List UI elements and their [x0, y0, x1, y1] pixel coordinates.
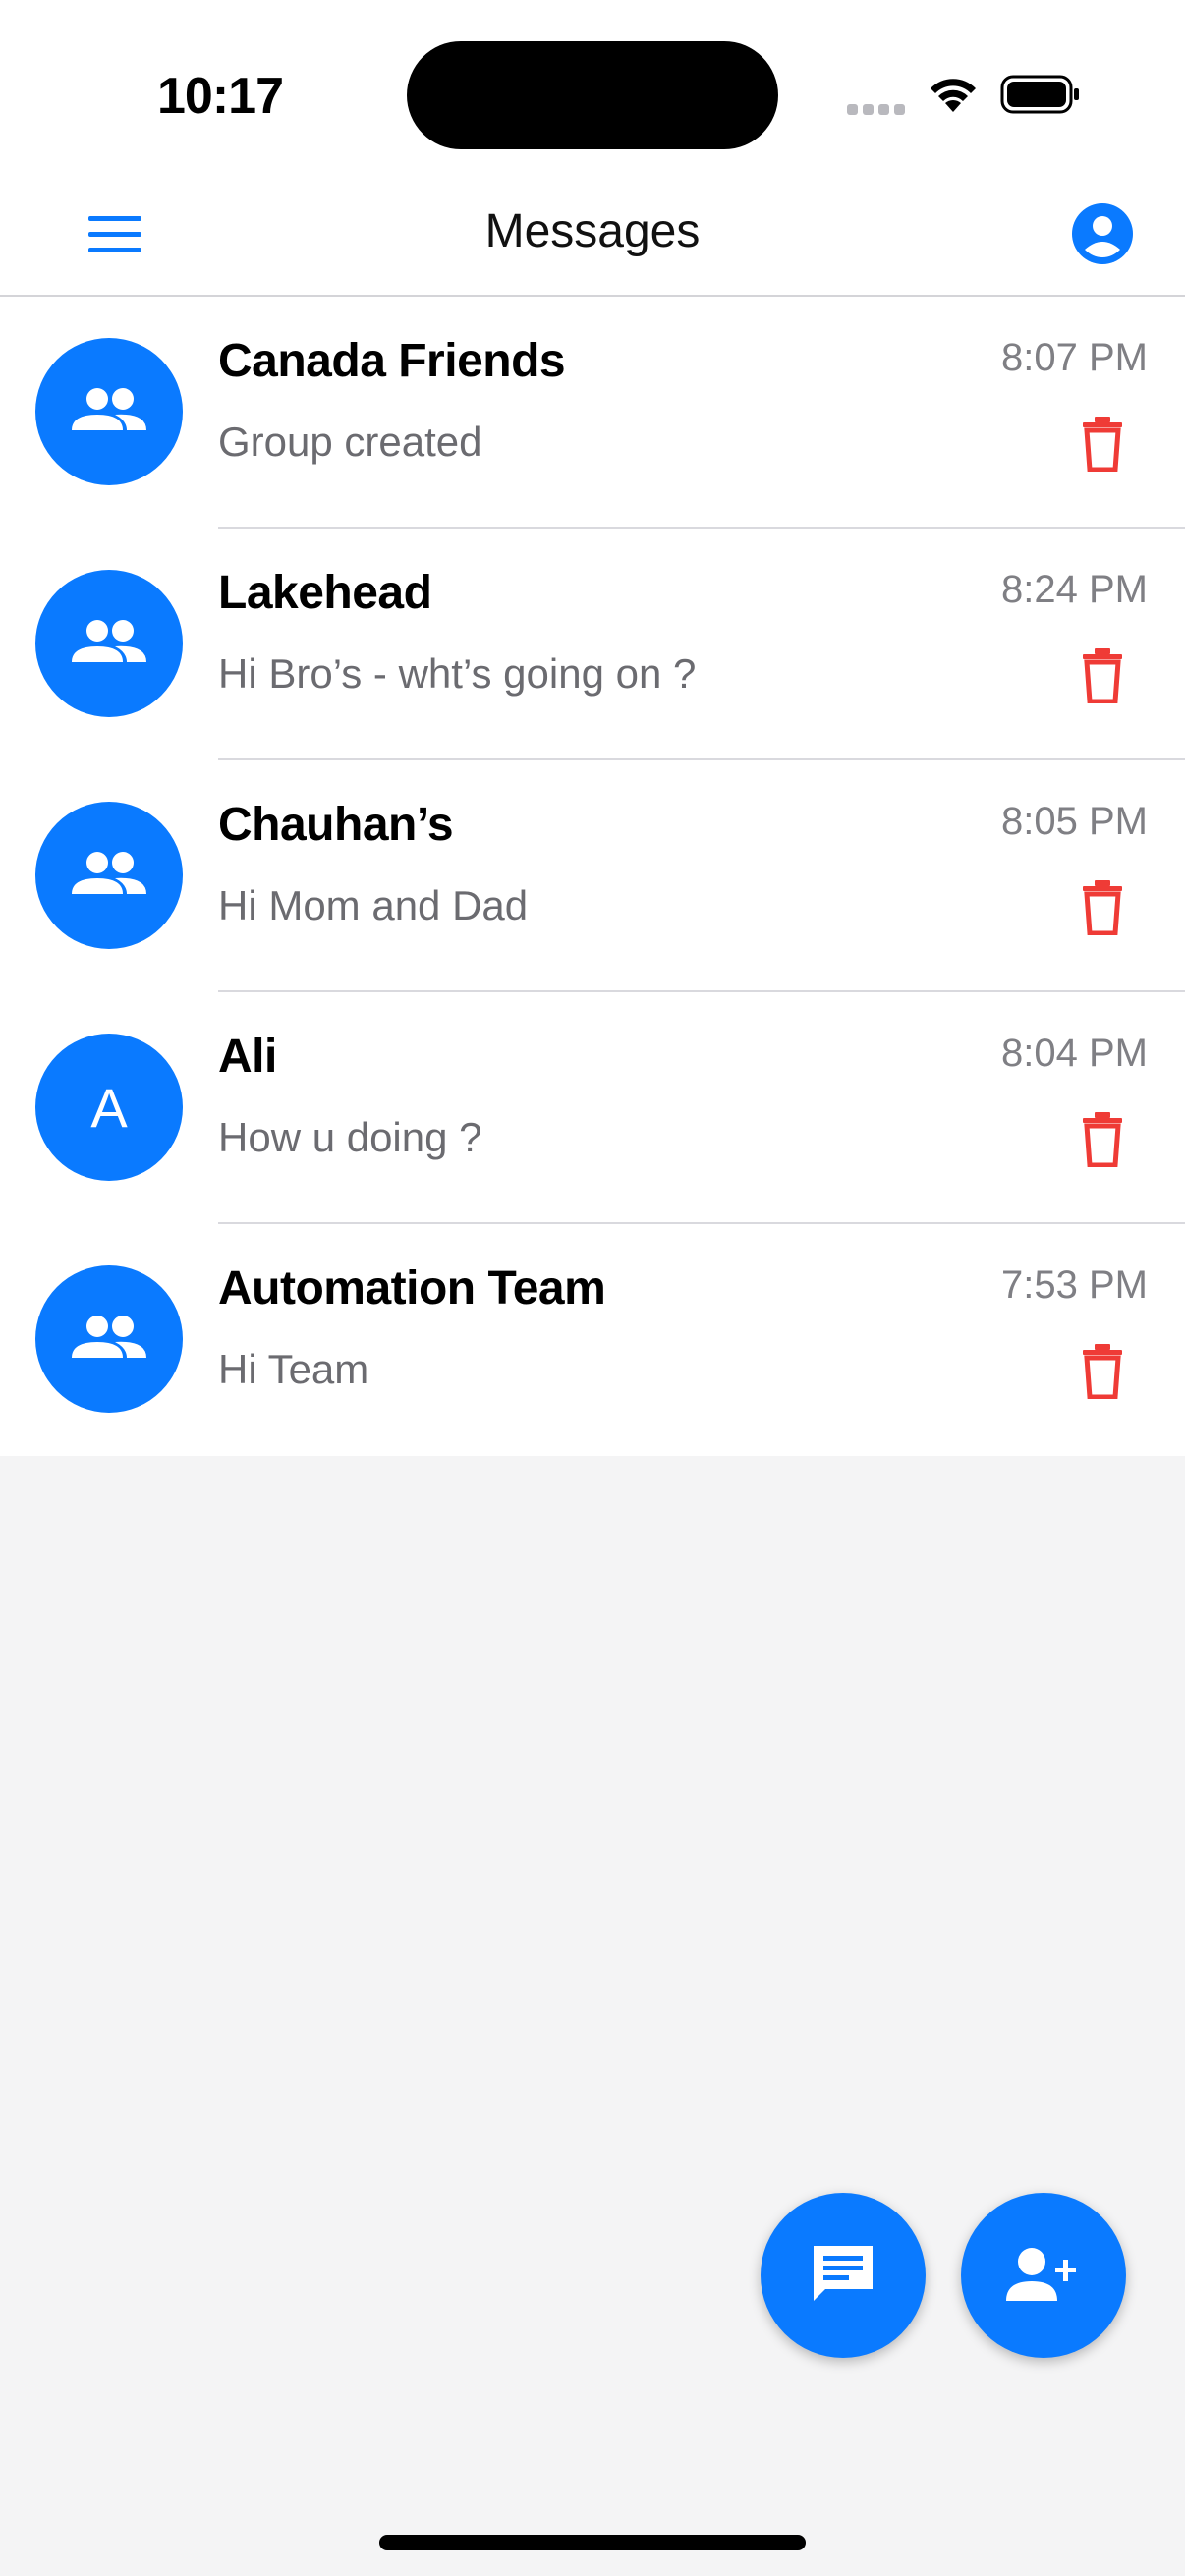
- conversation-preview: Hi Bro’s - wht’s going on ?: [218, 650, 697, 697]
- wifi-icon: [926, 73, 981, 121]
- conversation-preview: Hi Mom and Dad: [218, 882, 529, 928]
- conversation-row[interactable]: Canada Friends Group created 8:07 PM: [0, 297, 1185, 529]
- avatar-initial: A: [90, 1076, 128, 1139]
- conversation-preview: Hi Team: [218, 1346, 369, 1392]
- conversation-time: 8:24 PM: [1001, 568, 1148, 611]
- battery-icon: [1000, 73, 1083, 121]
- signal-icon: [847, 102, 908, 121]
- conversation-row[interactable]: A Ali How u doing ? 8:04 PM: [0, 992, 1185, 1224]
- conversation-preview: How u doing ?: [218, 1114, 482, 1160]
- group-icon: [72, 620, 146, 662]
- chat-icon: [814, 2246, 873, 2301]
- status-time: 10:17: [157, 68, 284, 125]
- group-icon: [72, 1316, 146, 1358]
- group-icon: [72, 388, 146, 430]
- trash-icon[interactable]: [1081, 1112, 1124, 1172]
- add-contact-button[interactable]: [961, 2193, 1126, 2358]
- conversation-name: Chauhan’s: [218, 799, 454, 851]
- conversation-row[interactable]: Chauhan’s Hi Mom and Dad 8:05 PM: [0, 760, 1185, 992]
- status-bar: 10:17: [0, 0, 1185, 177]
- person-add-icon: [1006, 2248, 1076, 2301]
- conversation-row[interactable]: Automation Team Hi Team 7:53 PM: [0, 1224, 1185, 1456]
- conversation-name: Canada Friends: [218, 335, 566, 387]
- new-message-button[interactable]: [761, 2193, 926, 2358]
- conversation-time: 8:05 PM: [1001, 800, 1148, 843]
- trash-icon[interactable]: [1081, 1344, 1124, 1404]
- trash-icon[interactable]: [1081, 648, 1124, 708]
- conversation-preview: Group created: [218, 419, 482, 465]
- avatar: [35, 338, 183, 485]
- conversation-list: Canada Friends Group created 8:07 PM Lak…: [0, 297, 1185, 1456]
- avatar: [35, 802, 183, 949]
- navigation-bar: Messages: [0, 177, 1185, 297]
- conversation-name: Lakehead: [218, 567, 432, 619]
- trash-icon[interactable]: [1081, 880, 1124, 940]
- conversation-time: 8:04 PM: [1001, 1032, 1148, 1075]
- conversation-time: 8:07 PM: [1001, 336, 1148, 379]
- conversation-name: Automation Team: [218, 1262, 606, 1315]
- avatar: A: [35, 1034, 183, 1181]
- group-icon: [72, 852, 146, 894]
- conversation-name: Ali: [218, 1031, 277, 1083]
- avatar: [35, 570, 183, 717]
- trash-icon[interactable]: [1081, 417, 1124, 476]
- page-title: Messages: [484, 205, 701, 257]
- dynamic-island: [407, 41, 778, 149]
- avatar: [35, 1265, 183, 1413]
- home-indicator[interactable]: [379, 2535, 806, 2550]
- profile-icon[interactable]: [1071, 202, 1134, 270]
- conversation-time: 7:53 PM: [1001, 1263, 1148, 1307]
- conversation-row[interactable]: Lakehead Hi Bro’s - wht’s going on ? 8:2…: [0, 529, 1185, 760]
